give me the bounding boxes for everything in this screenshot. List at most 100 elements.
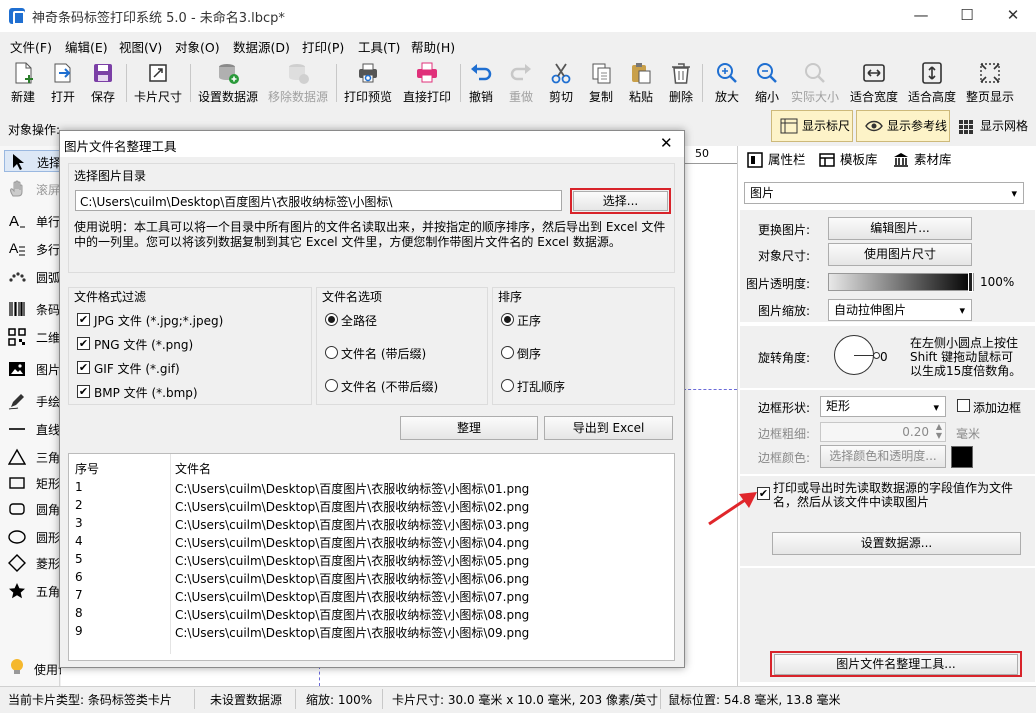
scale-select[interactable]: 自动拉伸图片 [828,299,972,321]
filter-gif-checkbox[interactable]: ✔ [77,361,90,374]
filter-png-label: PNG 文件 (*.png) [94,338,194,352]
menu-edit[interactable]: 编辑(E) [65,37,108,56]
table-row[interactable]: 7 C:\Users\cuilm\Desktop\百度图片\衣服收纳标签\小图标\… [69,587,674,605]
filter-bmp-checkbox[interactable]: ✔ [77,385,90,398]
filter-png-checkbox[interactable]: ✔ [77,337,90,350]
save-button[interactable]: 保存 [86,60,120,106]
fit-height-button[interactable]: 适合高度 [906,60,958,106]
table-row[interactable]: 3 C:\Users\cuilm\Desktop\百度图片\衣服收纳标签\小图标\… [69,515,674,533]
tool-freehand[interactable]: 手绘 [4,390,60,412]
border-color-button[interactable]: 选择颜色和透明度... [820,445,946,468]
tab-properties[interactable]: 属性栏 [744,150,810,172]
directory-path-input[interactable]: C:\Users\cuilm\Desktop\百度图片\衣服收纳标签\小图标\ [75,190,562,211]
dialog-close-button[interactable]: ✕ [660,134,673,152]
table-row[interactable]: 6 C:\Users\cuilm\Desktop\百度图片\衣服收纳标签\小图标\… [69,569,674,587]
organize-button[interactable]: 整理 [400,416,538,440]
usage-help-button[interactable]: 使用说明 [8,658,82,680]
remove-datasource-button[interactable]: 移除数据源 [266,60,330,106]
menu-print[interactable]: 打印(P) [302,37,344,56]
minimize-button[interactable]: — [898,0,944,32]
spinner-arrows-icon[interactable]: ▲ ▼ [936,422,942,440]
redo-button[interactable]: 重做 [506,60,536,106]
filter-jpg-checkbox[interactable]: ✔ [77,313,90,326]
table-row[interactable]: 1 C:\Users\cuilm\Desktop\百度图片\衣服收纳标签\小图标\… [69,479,674,497]
tool-barcode[interactable]: 条码 [4,298,60,320]
choose-directory-button[interactable]: 选择... [573,191,668,211]
maximize-button[interactable]: ☐ [944,0,990,32]
delete-button[interactable]: 删除 [666,60,696,106]
table-row[interactable]: 5 C:\Users\cuilm\Desktop\百度图片\衣服收纳标签\小图标\… [69,551,674,569]
menu-file[interactable]: 文件(F) [10,37,52,56]
full-page-button[interactable]: 整页显示 [964,60,1016,106]
tab-asset-library[interactable]: 素材库 [890,150,960,172]
zoom-in-button[interactable]: 放大 [711,60,743,106]
new-button[interactable]: 新建 [6,60,40,106]
use-image-size-button[interactable]: 使用图片尺寸 [828,243,972,266]
paste-button[interactable]: 粘贴 [626,60,656,106]
tool-rectangle[interactable]: 矩形 [4,472,60,494]
format-filter-group: 文件格式过滤 ✔ JPG 文件 (*.jpg;*.jpeg) ✔ PNG 文件 … [68,287,312,405]
option-no-ext-radio[interactable] [325,379,338,392]
open-button[interactable]: 打开 [46,60,80,106]
menu-view[interactable]: 视图(V) [119,37,162,56]
option-with-ext-radio[interactable] [325,346,338,359]
border-width-spinner[interactable]: 0.20 ▲ ▼ [820,422,946,442]
object-type-select[interactable]: 图片 [744,182,1024,204]
file-list[interactable]: 序号 文件名 1 C:\Users\cuilm\Desktop\百度图片\衣服收纳… [68,453,675,661]
tool-qrcode[interactable]: 二维 [4,326,60,348]
edit-image-button[interactable]: 编辑图片... [828,217,972,240]
menu-object[interactable]: 对象(O) [175,37,220,56]
column-header-index[interactable]: 序号 [75,460,99,477]
table-row[interactable]: 8 C:\Users\cuilm\Desktop\百度图片\衣服收纳标签\小图标\… [69,605,674,623]
rotation-dial[interactable] [834,335,880,375]
set-datasource-button-panel[interactable]: 设置数据源... [772,532,1021,555]
zoom-out-button[interactable]: 缩小 [751,60,783,106]
opacity-slider-thumb[interactable] [968,272,973,292]
show-ruler-toggle[interactable]: 显示标尺 [771,110,853,142]
option-full-path-radio[interactable] [325,313,338,326]
close-button[interactable]: ✕ [990,0,1036,32]
show-grid-toggle[interactable]: 显示网格 [956,110,1028,142]
undo-button[interactable]: 撤销 [466,60,496,106]
fit-width-button[interactable]: 适合宽度 [848,60,900,106]
table-row[interactable]: 9 C:\Users\cuilm\Desktop\百度图片\衣服收纳标签\小图标\… [69,623,674,641]
tool-line[interactable]: 直线 [4,418,60,440]
card-size-button[interactable]: 卡片尺寸 [131,60,185,106]
rotation-handle[interactable] [873,352,880,359]
menu-tools[interactable]: 工具(T) [358,37,400,56]
cut-button[interactable]: 剪切 [546,60,576,106]
tab-template-library[interactable]: 模板库 [816,150,888,172]
menu-help[interactable]: 帮助(H) [411,37,455,56]
tool-ellipse[interactable]: 圆形 [4,526,60,548]
tool-scroll[interactable]: 滚屏 [4,178,60,200]
sort-descending-radio[interactable] [501,346,514,359]
opacity-slider[interactable] [828,272,974,292]
sort-ascending-radio[interactable] [501,313,514,326]
tool-diamond[interactable]: 菱形 [4,552,60,574]
show-guides-toggle[interactable]: 显示参考线 [856,110,950,142]
tool-triangle[interactable]: 三角 [4,446,60,468]
print-preview-button[interactable]: 打印预览 [341,60,395,106]
tool-star[interactable]: 五角 [4,580,60,602]
actual-size-button[interactable]: 实际大小 [788,60,842,106]
table-row[interactable]: 4 C:\Users\cuilm\Desktop\百度图片\衣服收纳标签\小图标\… [69,533,674,551]
dialog-title: 图片文件名整理工具 [64,139,177,154]
tool-arc-text[interactable]: 圆弧 [4,266,60,288]
table-row[interactable]: 2 C:\Users\cuilm\Desktop\百度图片\衣服收纳标签\小图标\… [69,497,674,515]
export-excel-button[interactable]: 导出到 Excel [544,416,673,440]
tool-rounded-rect[interactable]: 圆角 [4,498,60,520]
add-border-checkbox[interactable] [957,399,970,412]
tool-single-line-text[interactable]: A 单行 [4,210,60,232]
column-header-filename[interactable]: 文件名 [175,460,211,477]
tool-image[interactable]: 图片 [4,358,60,380]
sort-shuffle-radio[interactable] [501,379,514,392]
menu-datasource[interactable]: 数据源(D) [233,37,290,56]
filename-tool-button[interactable]: 图片文件名整理工具... [774,654,1018,675]
direct-print-button[interactable]: 直接打印 [400,60,454,106]
copy-button[interactable]: 复制 [586,60,616,106]
cursor-icon [13,154,24,170]
tool-select[interactable]: 选择 [4,150,61,172]
set-datasource-button[interactable]: 设置数据源 [196,60,260,106]
tool-multi-line-text[interactable]: A 多行 [4,238,60,260]
border-shape-select[interactable]: 矩形 [820,396,946,417]
